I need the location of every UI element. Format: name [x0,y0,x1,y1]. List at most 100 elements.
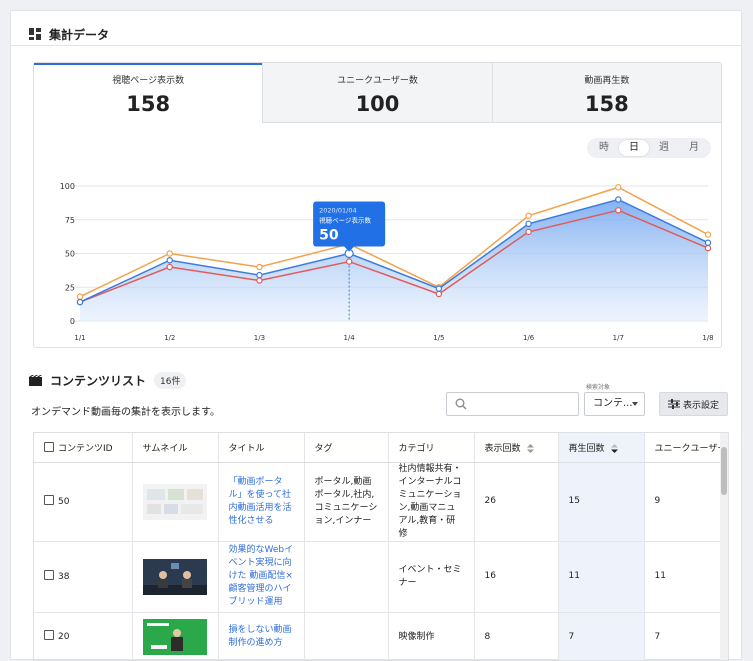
sliders-icon [667,399,680,409]
cell-plays: 11 [558,541,645,613]
cell-unique-users: 11 [644,541,725,613]
x-tick-label: 1/8 [702,334,713,342]
data-point [76,298,84,306]
cell-thumbnail [132,612,219,660]
cell-views: 16 [474,541,559,613]
col-title: タイトル [218,433,305,463]
line-chart: 0 25 50 75 100 1/1 1/2 1/3 1/4 1/5 1/6 1/7 1/8 2020/0… [60,182,714,342]
display-settings-button[interactable]: 表示設定 [659,392,728,416]
cell-thumbnail [132,541,219,613]
thumbnail-image[interactable] [142,558,207,595]
y-tick-label: 0 [70,317,75,326]
search-target-select[interactable]: コンテ... [584,392,645,416]
cell-plays: 15 [558,462,645,542]
row-checkbox[interactable] [44,630,54,640]
data-point [615,184,622,191]
stats-card: 視聴ページ表示数 158 ユニークユーザー数 100 動画再生数 158 時 日… [33,62,722,348]
summary-title: 集計データ [49,27,110,42]
contents-description: オンデマンド動画毎の集計を表示します。 [31,407,220,418]
scrollbar-thumb[interactable] [721,447,727,495]
data-point [256,271,263,279]
count-badge: 16件 [154,372,187,389]
data-point [76,293,84,300]
cell-plays: 7 [558,612,645,660]
sort-desc-icon [611,443,619,453]
chevron-down-icon [632,402,638,406]
main-panel: 集計データ 視聴ページ表示数 158 ユニークユーザー数 100 動画再生数 1… [10,10,742,661]
data-point [615,207,622,214]
sort-icon [527,443,535,453]
x-tick-label: 1/3 [254,334,265,342]
contents-header: コンテンツリスト 16件 [29,372,187,389]
cell-views: 8 [474,612,559,660]
cell-title[interactable]: 「動画ポータル」を使って社内動画活用を活性化させる [218,462,305,542]
tooltip-date: 2020/01/04 [319,207,356,215]
data-point [704,231,712,238]
data-point [435,290,443,298]
x-tick-label: 1/4 [344,334,356,342]
thumbnail-image[interactable] [142,483,207,520]
dashboard-icon [29,28,41,40]
contents-title: コンテンツリスト [50,374,147,388]
tooltip-value: 50 [319,228,339,244]
data-point [525,220,532,227]
cell-tags [304,612,389,660]
col-tags: タグ [304,433,389,463]
cell-tags [304,541,389,613]
cell-thumbnail [132,462,219,542]
search-icon [455,398,467,410]
data-point [166,263,173,271]
x-tick-label: 1/1 [74,334,85,342]
cell-title[interactable]: 損をしない動画制作の進め方 [218,612,305,660]
data-point [435,285,443,292]
tooltip-label: 視聴ページ表示数 [319,216,371,225]
select-all-checkbox[interactable] [44,441,54,452]
col-thumbnail: サムネイル [132,433,219,463]
select-value: コンテ... [593,398,633,409]
table-scrollbar[interactable] [720,433,728,660]
table-header-row: コンテンツID サムネイル タイトル タグ カテゴリ 表示回数 再生回数 ユニー… [34,433,725,463]
col-content-id: コンテンツID [34,433,133,463]
x-tick-label: 1/5 [433,334,444,342]
data-point [256,277,263,284]
x-tick-label: 1/2 [164,334,175,342]
data-point [256,263,263,271]
cell-views: 26 [474,462,559,542]
video-list-icon [29,375,42,386]
cell-id: 20 [34,612,133,660]
cell-category: イベント・セミナー [388,541,475,613]
col-views[interactable]: 表示回数 [474,433,559,463]
cell-id: 38 [34,541,133,613]
cell-unique-users: 9 [644,462,725,542]
data-point [345,258,353,265]
cell-title[interactable]: 効果的なWebイベント実現に向けた 動画配信×顧客管理のハイブリッド運用 [218,541,305,613]
table-row[interactable]: 38 効果的なWebイベント実現に向けた 動画配信×顧客管理のハイブリッド運用 … [34,541,725,613]
row-checkbox[interactable] [44,494,54,505]
data-point [615,196,622,203]
x-tick-label: 1/7 [613,334,624,342]
row-checkbox[interactable] [44,569,54,580]
data-point [166,250,173,257]
cell-tags: ポータル,動画ポータル,社内,コミュニケーション,インナー [304,462,389,542]
y-tick-label: 50 [65,250,75,259]
cell-unique-users: 7 [644,612,725,660]
col-plays[interactable]: 再生回数 [558,433,645,463]
search-input[interactable] [446,392,579,416]
cell-category: 映像制作 [388,612,475,660]
y-tick-label: 100 [60,182,75,191]
settings-label: 表示設定 [682,400,719,411]
table-row[interactable]: 50 「動画ポータル」を使って社内動画活用を活性化させる ポータル,動画ポータル… [34,462,725,542]
col-unique-users[interactable]: ユニークユーザー [644,433,725,463]
data-point [166,257,173,264]
divider [11,45,741,46]
y-tick-label: 75 [65,216,75,225]
chart-tooltip: 2020/01/04視聴ページ表示数 50 [313,201,386,252]
data-point [704,244,712,252]
cell-category: 社内情報共有・インターナルコミュニケーション,動画マニュアル,教育・研修 [388,462,475,542]
search-target-label: 検索対象 [586,384,611,391]
x-tick-label: 1/6 [523,334,535,342]
data-point [704,239,712,246]
col-category: カテゴリ [388,433,475,463]
table-row[interactable]: 20 損をしない動画制作の進め方 映像制作 8 7 7 [34,612,725,660]
y-tick-label: 25 [65,283,75,292]
